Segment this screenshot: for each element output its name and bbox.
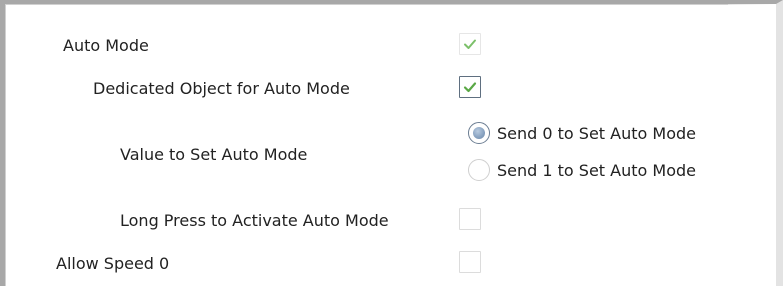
long-press-checkbox[interactable]: [459, 208, 481, 230]
parameter-panel: Auto Mode Dedicated Object for Auto Mode…: [0, 0, 783, 286]
auto-mode-label: Auto Mode: [63, 36, 149, 55]
checkmark-icon: [463, 82, 477, 93]
radio-send-0-label[interactable]: Send 0 to Set Auto Mode: [497, 124, 696, 144]
corner-fade: [728, 4, 776, 64]
value-to-set-label: Value to Set Auto Mode: [120, 145, 308, 164]
checkmark-icon: [464, 39, 476, 49]
radio-dot-icon: [473, 127, 485, 139]
auto-mode-checkbox[interactable]: [459, 33, 481, 55]
long-press-label: Long Press to Activate Auto Mode: [120, 211, 389, 230]
allow-speed-0-checkbox[interactable]: [459, 251, 481, 273]
radio-send-1[interactable]: [468, 159, 490, 181]
dedicated-object-label: Dedicated Object for Auto Mode: [93, 79, 350, 98]
allow-speed-0-label: Allow Speed 0: [56, 254, 170, 273]
dedicated-object-checkbox[interactable]: [459, 76, 481, 98]
radio-send-0[interactable]: [468, 122, 490, 144]
radio-send-1-label[interactable]: Send 1 to Set Auto Mode: [497, 161, 696, 181]
